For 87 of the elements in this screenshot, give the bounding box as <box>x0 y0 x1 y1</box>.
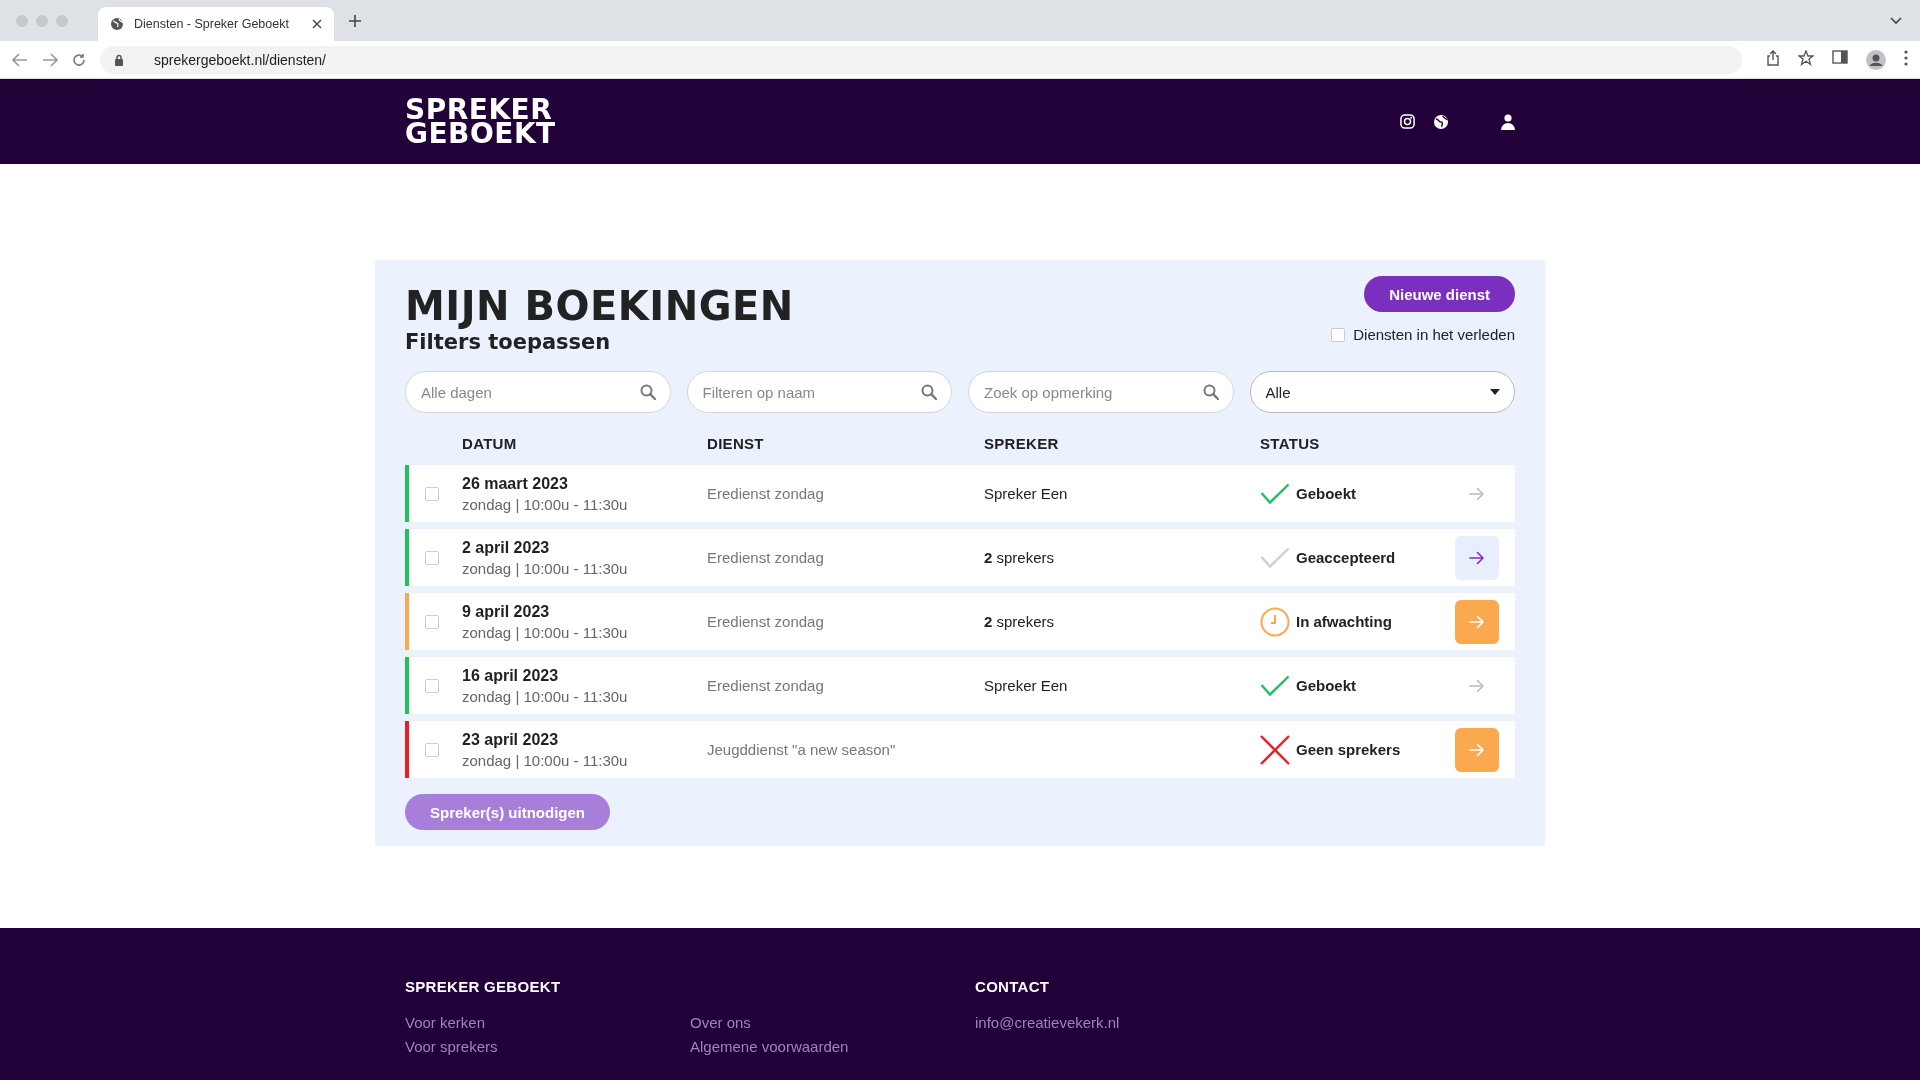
lock-icon <box>114 53 124 66</box>
checkbox[interactable] <box>425 742 439 757</box>
booking-row[interactable]: 23 april 2023 zondag | 10:00u - 11:30u Jeugddienst "a new season" Geen sprekers <box>405 721 1515 778</box>
booking-row[interactable]: 2 april 2023 zondag | 10:00u - 11:30u Eredienst zondag 2 sprekers Geaccepteerd <box>405 529 1515 586</box>
new-tab-icon[interactable] <box>348 13 362 28</box>
column-header: DIENST <box>707 434 765 452</box>
status-text: In afwachting <box>1296 613 1392 630</box>
footer-heading: SPREKER GEBOEKT <box>405 978 562 995</box>
url-text: sprekergeboekt.nl/diensten/ <box>154 51 326 68</box>
open-button[interactable] <box>1455 727 1499 772</box>
date-text: 2 april 2023 <box>462 538 551 557</box>
search-icon <box>639 384 656 400</box>
checkbox[interactable] <box>425 486 439 501</box>
speaker-text: Spreker Een <box>984 677 1069 694</box>
back-icon[interactable] <box>12 52 28 67</box>
time-text: zondag | 10:00u - 11:30u <box>462 751 629 769</box>
checkbox[interactable] <box>425 678 439 693</box>
email-link[interactable]: info@creatievekerk.nl <box>975 1013 1515 1032</box>
globe-icon[interactable] <box>1433 113 1449 130</box>
instagram-icon[interactable] <box>1400 114 1415 129</box>
new-service-button[interactable]: Nieuwe dienst <box>1364 276 1515 312</box>
time-text: zondag | 10:00u - 11:30u <box>462 623 629 641</box>
footer-link[interactable]: Algemene voorwaarden <box>690 1037 975 1056</box>
service-name: Eredienst zondag <box>707 485 825 502</box>
search-field[interactable]: Filteren op naam <box>686 371 952 413</box>
service-name: Jeugddienst "a new season" <box>707 741 897 758</box>
status-text: Geboekt <box>1296 677 1356 694</box>
booking-row[interactable]: 16 april 2023 zondag | 10:00u - 11:30u Eredienst zondag Spreker Een Geboekt <box>405 657 1515 714</box>
chevron-down-icon[interactable] <box>1890 16 1902 25</box>
forward-icon[interactable] <box>42 52 58 67</box>
arrow-icon <box>1469 614 1485 629</box>
caret-icon <box>1490 389 1500 395</box>
speaker-text: 2 sprekers <box>984 549 1056 566</box>
speaker-text: Spreker Een <box>984 485 1069 502</box>
profile-icon[interactable] <box>1866 49 1886 70</box>
arrow-icon <box>1469 486 1485 501</box>
open-button[interactable] <box>1455 599 1499 644</box>
footer-link[interactable]: Over ons <box>690 1013 975 1032</box>
booking-row[interactable]: 9 april 2023 zondag | 10:00u - 11:30u Eredienst zondag 2 sprekers In afwachting <box>405 593 1515 650</box>
arrow-icon <box>1469 550 1485 565</box>
more-icon[interactable] <box>1904 49 1908 66</box>
status-dropdown[interactable]: Alle <box>1249 371 1515 413</box>
search-field[interactable]: Alle dagen <box>405 371 671 413</box>
service-name: Eredienst zondag <box>707 613 825 630</box>
search-field[interactable]: Zoek op opmerking <box>968 371 1234 413</box>
footer-heading: CONTACT <box>975 978 1051 995</box>
date-text: 16 april 2023 <box>462 666 560 685</box>
column-header: DATUM <box>462 434 518 452</box>
open-button[interactable] <box>1455 535 1499 580</box>
side-panel-icon[interactable] <box>1832 49 1848 64</box>
share-icon[interactable] <box>1766 49 1780 66</box>
globe-icon <box>110 17 124 31</box>
user-icon[interactable] <box>1501 113 1515 130</box>
arrow-icon <box>1469 678 1485 693</box>
site-logo[interactable]: SPREKER GEBOEKT <box>405 97 556 146</box>
tab-title: Diensten - Spreker Geboekt <box>134 17 290 31</box>
column-header: STATUS <box>1260 434 1321 452</box>
search-icon <box>921 384 937 400</box>
status-text: Geboekt <box>1296 485 1356 502</box>
browser-tab[interactable]: Diensten - Spreker Geboekt <box>98 7 334 41</box>
booking-row[interactable]: 26 maart 2023 zondag | 10:00u - 11:30u Eredienst zondag Spreker Een Geboekt <box>405 465 1515 522</box>
date-text: 9 april 2023 <box>462 602 551 621</box>
page-title: MIJN BOEKINGEN <box>405 282 794 330</box>
checkbox-label: Diensten in het verleden <box>1353 326 1515 343</box>
checkbox[interactable] <box>425 614 439 629</box>
date-text: 26 maart 2023 <box>462 474 569 493</box>
arrow-icon <box>1469 742 1485 757</box>
status-text: Geaccepteerd <box>1296 549 1396 566</box>
time-text: zondag | 10:00u - 11:30u <box>462 559 629 577</box>
footer-link[interactable]: Voor sprekers <box>405 1037 690 1056</box>
time-text: zondag | 10:00u - 11:30u <box>462 687 629 705</box>
date-text: 23 april 2023 <box>462 730 560 749</box>
service-name: Eredienst zondag <box>707 677 825 694</box>
status-text: Geen sprekers <box>1296 741 1401 758</box>
star-icon[interactable] <box>1798 49 1814 66</box>
search-icon <box>1202 384 1219 400</box>
time-text: zondag | 10:00u - 11:30u <box>462 495 629 513</box>
speaker-text: 2 sprekers <box>984 613 1056 630</box>
section-subtitle: Filters toepassen <box>405 330 612 354</box>
service-name: Eredienst zondag <box>707 549 825 566</box>
close-icon[interactable] <box>312 19 322 29</box>
address-bar[interactable]: sprekergeboekt.nl/diensten/ <box>100 45 1742 74</box>
checkbox[interactable] <box>425 550 439 565</box>
footer-link[interactable]: Voor kerken <box>405 1013 690 1032</box>
column-header: SPREKER <box>984 434 1060 452</box>
reload-icon[interactable] <box>72 52 86 67</box>
checkbox[interactable] <box>1331 327 1346 342</box>
